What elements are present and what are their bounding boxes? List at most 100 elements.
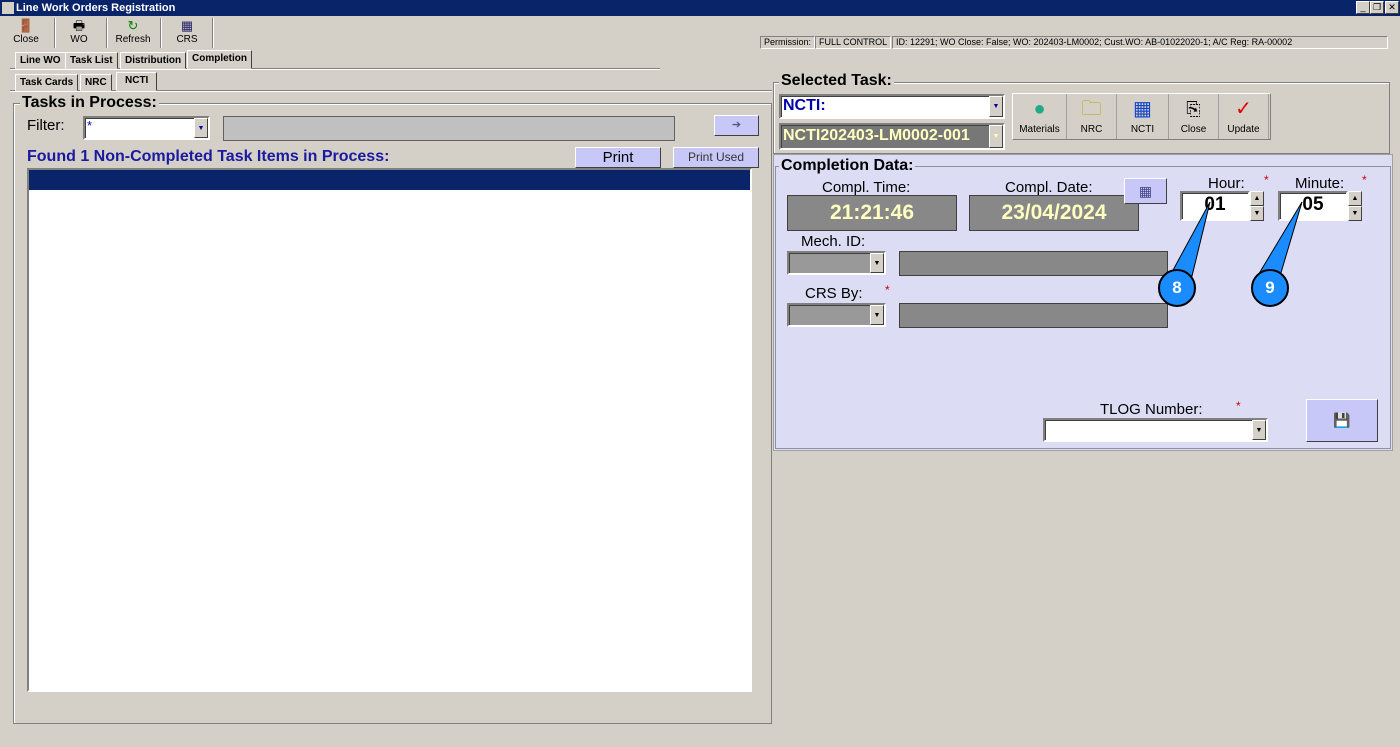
required-marker: * xyxy=(1362,173,1367,187)
import-table-icon: ▦ xyxy=(1133,98,1152,120)
tab-task-list[interactable]: Task List xyxy=(65,52,118,69)
subtab-task-cards[interactable]: Task Cards xyxy=(15,74,79,91)
subtab-ncti[interactable]: NCTI xyxy=(116,72,158,91)
callout-9-pointer xyxy=(1259,201,1303,277)
chevron-down-icon[interactable]: ▼ xyxy=(989,96,1003,117)
subtab-nrc[interactable]: NRC xyxy=(80,74,112,91)
label: NRC xyxy=(1080,124,1103,135)
compl-date: 23/04/2024 xyxy=(969,195,1139,231)
separator xyxy=(160,18,162,48)
tlog-combo[interactable]: ▼ xyxy=(1043,418,1268,442)
app-icon xyxy=(2,2,14,14)
task-type-value: NCTI: xyxy=(783,97,826,114)
tab-completion[interactable]: Completion xyxy=(187,50,252,69)
compl-time: 21:21:46 xyxy=(787,195,957,231)
window-title: Line Work Orders Registration xyxy=(0,0,1400,16)
label: WO xyxy=(70,34,88,45)
materials-button[interactable]: ● Materials xyxy=(1013,94,1067,139)
toolbar-crs-button[interactable]: ▦ CRS xyxy=(170,18,204,48)
label: NCTI xyxy=(1130,124,1155,135)
tasks-title: Tasks in Process: xyxy=(20,94,159,112)
toolbar-close-button[interactable]: 🚪 Close xyxy=(8,18,44,48)
task-id: NCTI202403-LM0002-001 xyxy=(31,191,206,208)
filter-text[interactable] xyxy=(223,116,675,141)
task-value: NCTI202403-LM0002-001 xyxy=(783,127,970,144)
permission-label: Permission: xyxy=(760,36,816,49)
crs-name xyxy=(899,303,1168,328)
filter-value: * xyxy=(87,118,93,133)
selected-task-title: Selected Task: xyxy=(779,72,894,90)
completion-title: Completion Data: xyxy=(779,157,916,175)
minimize-button[interactable]: _ xyxy=(1356,1,1370,14)
label: CRS xyxy=(176,34,198,45)
filter-combo[interactable]: * ▼ xyxy=(83,116,210,140)
globe-hand-icon: ● xyxy=(1033,98,1046,120)
permission-value: FULL CONTROL xyxy=(815,36,892,49)
chevron-down-icon[interactable]: ▼ xyxy=(194,118,208,138)
minute-down-button[interactable]: ▼ xyxy=(1348,206,1362,221)
required-marker: * xyxy=(885,283,890,297)
document-arrow-icon: ⎘ xyxy=(1186,99,1201,119)
mech-name xyxy=(899,251,1168,276)
action-toolbar: ● Materials 🗀 NRC ▦ NCTI ⎘ Close ✓ Update xyxy=(1012,93,1271,140)
task-list[interactable]: NCTI202403-LM0002-001 P DEM 4/11/2024 10… xyxy=(27,168,752,692)
mech-id-combo[interactable]: ▼ xyxy=(787,251,886,275)
close-window-button[interactable]: ✕ xyxy=(1385,1,1399,14)
chevron-down-icon[interactable]: ▼ xyxy=(870,253,884,273)
task-status: P xyxy=(261,211,272,228)
refresh-icon: ↻ xyxy=(127,18,139,33)
label: Close xyxy=(13,34,39,45)
toolbar-wo-button[interactable]: 🖶 WO xyxy=(62,18,96,48)
crs-by-label: CRS By: xyxy=(805,285,863,302)
close-task-button[interactable]: ⎘ Close xyxy=(1169,94,1219,139)
printer-icon: 🖶 xyxy=(72,18,86,33)
minute-up-button[interactable]: ▲ xyxy=(1348,191,1362,206)
crs-by-combo[interactable]: ▼ xyxy=(787,303,886,327)
task-time: 10:01 xyxy=(447,271,485,288)
exit-door-icon: 🚪 xyxy=(17,18,35,33)
ncti-button[interactable]: ▦ NCTI xyxy=(1117,94,1169,139)
chevron-down-icon[interactable]: ▼ xyxy=(989,125,1003,148)
nrc-button[interactable]: 🗀 NRC xyxy=(1067,94,1117,139)
callout-8: 8 xyxy=(1158,269,1196,307)
task-desc: TEST xyxy=(503,291,542,308)
toolbar-refresh-button[interactable]: ↻ Refresh xyxy=(112,18,154,48)
callout-8-pointer xyxy=(1171,201,1211,277)
required-marker: * xyxy=(1264,173,1269,187)
filter-label: Filter: xyxy=(27,117,65,134)
tab-line-wo[interactable]: Line WO xyxy=(15,52,66,69)
callout-9: 9 xyxy=(1251,269,1289,307)
tlog-label: TLOG Number: xyxy=(1100,401,1203,418)
found-count: Found 1 Non-Completed Task Items in Proc… xyxy=(27,148,390,165)
print-button[interactable]: Print xyxy=(575,147,661,168)
separator xyxy=(106,18,108,48)
label: Update xyxy=(1227,124,1260,135)
floppy-disk-icon: 💾 xyxy=(1333,412,1351,428)
chevron-down-icon[interactable]: ▼ xyxy=(1252,420,1266,440)
folder-document-icon: 🗀 xyxy=(1081,98,1102,120)
arrow-right-icon[interactable]: ➔ xyxy=(714,115,759,136)
print-used-button[interactable]: Print Used xyxy=(673,147,759,168)
clipboard-check-icon: ✓ xyxy=(1235,98,1252,120)
chevron-down-icon[interactable]: ▼ xyxy=(870,305,884,325)
mech-id-label: Mech. ID: xyxy=(801,233,866,250)
date-label: Compl. Date: xyxy=(1005,179,1093,196)
task-row[interactable]: NCTI202403-LM0002-001 P DEM 4/11/2024 10… xyxy=(29,170,750,308)
crs-form-icon: ▦ xyxy=(180,18,194,33)
update-button[interactable]: ✓ Update xyxy=(1219,94,1269,139)
separator xyxy=(54,18,56,48)
save-button[interactable]: 💾 xyxy=(1306,399,1378,442)
separator xyxy=(212,18,214,48)
task-mech: DEM xyxy=(310,231,344,248)
task-combo[interactable]: NCTI202403-LM0002-001 ▼ xyxy=(779,123,1005,150)
task-date: 4/11/2024 xyxy=(357,251,423,268)
label: Refresh xyxy=(115,34,151,45)
required-marker: * xyxy=(1236,399,1241,413)
label: Materials xyxy=(1019,124,1060,135)
tab-distribution[interactable]: Distribution xyxy=(120,52,187,69)
task-type-combo[interactable]: NCTI: ▼ xyxy=(779,94,1005,119)
restore-button[interactable]: ❐ xyxy=(1370,1,1384,14)
time-label: Compl. Time: xyxy=(822,179,911,196)
wo-info: ID: 12291; WO Close: False; WO: 202403-L… xyxy=(892,36,1388,49)
label: Close xyxy=(1180,124,1207,135)
